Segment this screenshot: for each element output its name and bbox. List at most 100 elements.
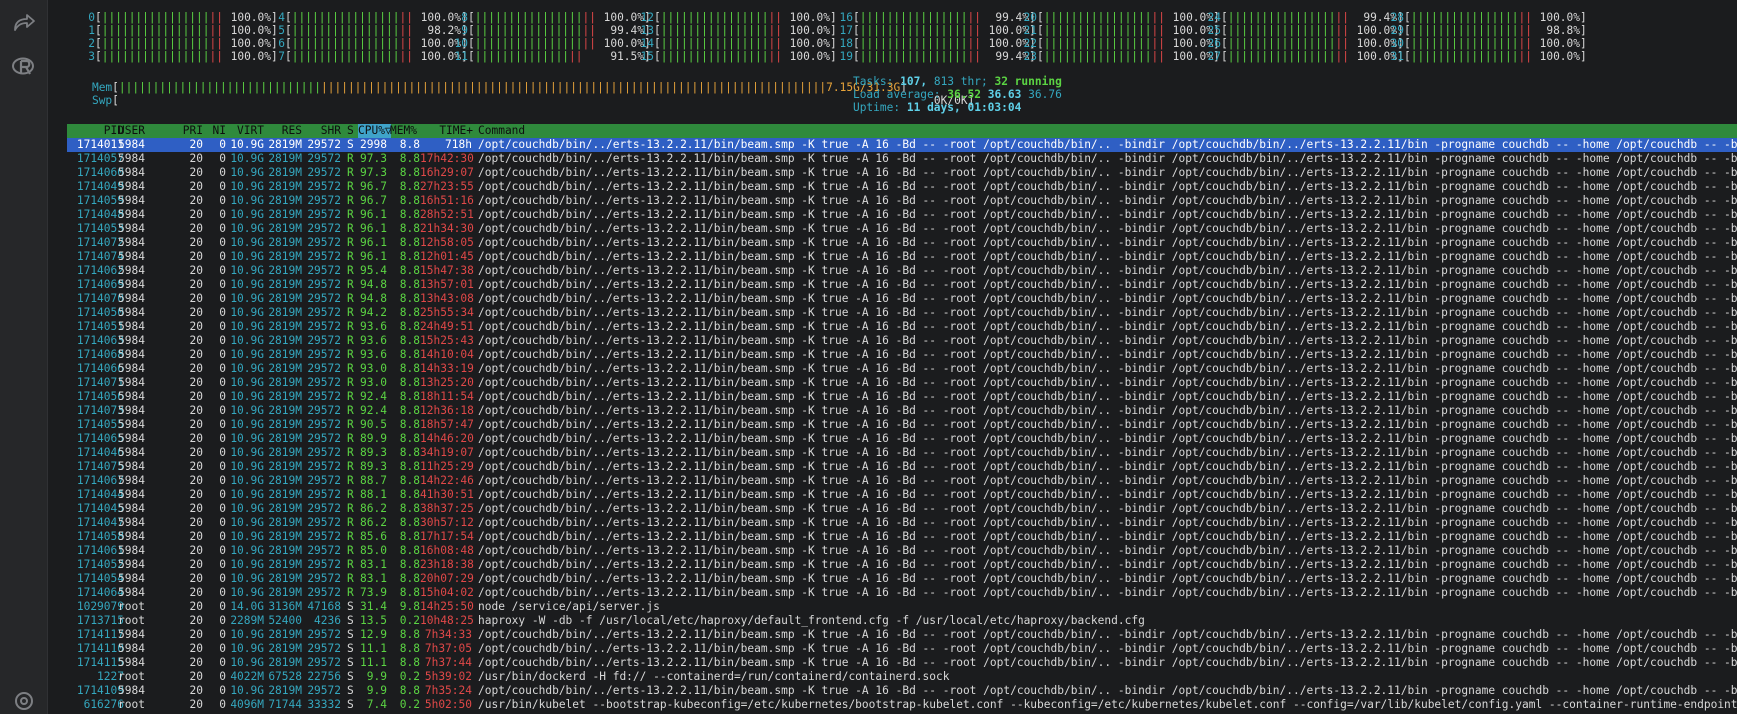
virt-cell: 10.9G bbox=[230, 250, 264, 263]
terminal-htop[interactable]: 0[|||||||||||||||||| 100.0%] 1[|||||||||||… bbox=[48, 0, 1737, 714]
ni-cell: 0 bbox=[219, 432, 226, 445]
mem-cell: 8.8 bbox=[399, 320, 420, 333]
table-row[interactable]: 1714048 5984 20 0 10.9G 2819M 29572 R 96.1 8.8 28h… bbox=[67, 208, 1737, 222]
ni-cell: 0 bbox=[219, 334, 226, 347]
pri-cell: 20 bbox=[189, 614, 203, 627]
col-res[interactable]: RES bbox=[265, 124, 302, 138]
table-row[interactable]: 1714115 5984 20 0 10.9G 2819M 29572 S 11.1 8.8 7h3… bbox=[67, 656, 1737, 670]
table-row[interactable]: 1714063 5984 20 0 10.9G 2819M 29572 R 93.6 8.8 15h… bbox=[67, 334, 1737, 348]
col-ni[interactable]: NI bbox=[206, 124, 226, 138]
table-row[interactable]: 1714052 5984 20 0 10.9G 2819M 29572 R 83.1 8.8 23h… bbox=[67, 558, 1737, 572]
table-row[interactable]: 1714046 5984 20 0 10.9G 2819M 29572 R 89.3 8.8 34h… bbox=[67, 446, 1737, 460]
table-row[interactable]: 1714047 5984 20 0 10.9G 2819M 29572 R 86.2 8.8 30h… bbox=[67, 516, 1737, 530]
table-row[interactable]: 1227 root 20 0 4022M 67528 22756 S 9.9 0.2 5h39:02… bbox=[67, 670, 1737, 684]
table-row[interactable]: 1713715 root 20 0 2289M 52400 4236 S 13.5 0.2 10h4… bbox=[67, 614, 1737, 628]
table-row[interactable]: 1714053 5984 20 0 10.9G 2819M 29572 R 96.1 8.8 21h… bbox=[67, 222, 1737, 236]
shr-cell: 29572 bbox=[307, 390, 341, 403]
col-virt[interactable]: VIRT bbox=[227, 124, 264, 138]
table-row[interactable]: 1714060 5984 20 0 10.9G 2819M 29572 R 97.3 8.8 16h… bbox=[67, 166, 1737, 180]
table-row[interactable]: 1714050 5984 20 0 10.9G 2819M 29572 R 94.2 8.8 25h… bbox=[67, 306, 1737, 320]
col-time[interactable]: TIME+ bbox=[423, 124, 473, 138]
pri-cell: 20 bbox=[189, 166, 203, 179]
shr-cell: 33332 bbox=[307, 698, 341, 711]
table-row[interactable]: 1714059 5984 20 0 10.9G 2819M 29572 R 96.7 8.8 16h… bbox=[67, 194, 1737, 208]
table-row[interactable]: 1714075 5984 20 0 10.9G 2819M 29572 R 89.3 8.8 11h… bbox=[67, 460, 1737, 474]
table-row[interactable]: 1714066 5984 20 0 10.9G 2819M 29572 R 93.0 8.8 14h… bbox=[67, 362, 1737, 376]
ni-cell: 0 bbox=[219, 698, 226, 711]
table-row[interactable]: 1714057 5984 20 0 10.9G 2819M 29572 R 97.3 8.8 17h… bbox=[67, 152, 1737, 166]
cpu-cell: 93.0 bbox=[360, 362, 387, 375]
table-row[interactable]: 1029079 root 20 0 14.0G 3136M 47168 S 31.4 9.8 14h… bbox=[67, 600, 1737, 614]
col-cpu[interactable]: CPU%▽ bbox=[358, 124, 392, 138]
command-cell: /opt/couchdb/bin/../erts-13.2.2.11/bin/b… bbox=[478, 362, 1737, 375]
table-row[interactable]: 1714109 5984 20 0 10.9G 2819M 29572 S 9.9 8.8 7h35… bbox=[67, 684, 1737, 698]
res-cell: 67528 bbox=[268, 670, 302, 683]
pri-cell: 20 bbox=[189, 418, 203, 431]
col-pid[interactable]: PID bbox=[75, 124, 124, 138]
table-row[interactable]: 1714067 5984 20 0 10.9G 2819M 29572 R 88.7 8.8 14h… bbox=[67, 474, 1737, 488]
virt-cell: 10.9G bbox=[230, 418, 264, 431]
table-header[interactable]: PID USER PRI NI VIRT RES SHR S CPU%▽ MEM… bbox=[67, 124, 1737, 138]
table-row[interactable]: 1714110 5984 20 0 10.9G 2819M 29572 S 11.1 8.8 7h3… bbox=[67, 642, 1737, 656]
mem-cell: 8.8 bbox=[399, 180, 420, 193]
table-row[interactable]: 1714045 5984 20 0 10.9G 2819M 29572 R 86.2 8.8 38h… bbox=[67, 502, 1737, 516]
col-shr[interactable]: SHR bbox=[303, 124, 341, 138]
cpu-cell: 7.4 bbox=[366, 698, 387, 711]
mem-cell: 8.8 bbox=[399, 432, 420, 445]
command-cell: /opt/couchdb/bin/../erts-13.2.2.11/bin/b… bbox=[478, 306, 1737, 319]
table-row[interactable]: 1714070 5984 20 0 10.9G 2819M 29572 R 94.8 8.8 13h… bbox=[67, 292, 1737, 306]
col-pri[interactable]: PRI bbox=[179, 124, 203, 138]
user-cell: 5984 bbox=[118, 404, 145, 417]
shr-cell: 29572 bbox=[307, 460, 341, 473]
settings-icon[interactable] bbox=[11, 688, 37, 714]
cpu-index: 31 bbox=[1390, 50, 1404, 63]
cpu-cell: 13.5 bbox=[360, 614, 387, 627]
cpu-index: 13 bbox=[640, 24, 654, 37]
share-arrow-icon[interactable] bbox=[11, 10, 37, 36]
table-row[interactable]: 1714068 5984 20 0 10.9G 2819M 29572 R 93.6 8.8 14h… bbox=[67, 348, 1737, 362]
r-logo-icon[interactable] bbox=[11, 54, 37, 80]
table-row[interactable]: 1714051 5984 20 0 10.9G 2819M 29572 R 93.6 8.8 24h… bbox=[67, 320, 1737, 334]
table-row[interactable]: 1714055 5984 20 0 10.9G 2819M 29572 R 90.5 8.8 18h… bbox=[67, 418, 1737, 432]
res-cell: 2819M bbox=[268, 222, 302, 235]
command-cell: /opt/couchdb/bin/../erts-13.2.2.11/bin/b… bbox=[478, 474, 1737, 487]
pri-cell: 20 bbox=[189, 488, 203, 501]
table-row[interactable]: 1714117 5984 20 0 10.9G 2819M 29572 S 12.9 8.8 7h3… bbox=[67, 628, 1737, 642]
col-command[interactable]: Command bbox=[478, 124, 525, 138]
process-table[interactable]: PID USER PRI NI VIRT RES SHR S CPU%▽ MEM… bbox=[67, 124, 1737, 712]
res-cell: 2819M bbox=[268, 684, 302, 697]
col-state[interactable]: S bbox=[347, 124, 354, 138]
command-cell: /opt/couchdb/bin/../erts-13.2.2.11/bin/b… bbox=[478, 348, 1737, 361]
table-row[interactable]: 1714056 5984 20 0 10.9G 2819M 29572 R 92.4 8.8 18h… bbox=[67, 390, 1737, 404]
table-row[interactable]: 1714064 5984 20 0 10.9G 2819M 29572 R 73.9 8.8 15h… bbox=[67, 586, 1737, 600]
col-user[interactable]: USER bbox=[118, 124, 145, 138]
res-cell: 2819M bbox=[268, 250, 302, 263]
table-row[interactable]: 616276 root 20 0 4096M 71744 33332 S 7.4 0.2 5h02:… bbox=[67, 698, 1737, 712]
table-row[interactable]: 1714058 5984 20 0 10.9G 2819M 29572 R 85.6 8.8 17h… bbox=[67, 530, 1737, 544]
time-cell: 15h25:43 bbox=[420, 334, 474, 347]
table-row[interactable]: 1714074 5984 20 0 10.9G 2819M 29572 R 96.1 8.8 12h… bbox=[67, 250, 1737, 264]
table-row[interactable]: 1714011 5984 20 0 10.9G 2819M 29572 S 2998 8.8 718… bbox=[67, 138, 1737, 152]
pid-cell: 1714011 bbox=[76, 138, 124, 151]
table-row[interactable]: 1714044 5984 20 0 10.9G 2819M 29572 R 88.1 8.8 41h… bbox=[67, 488, 1737, 502]
table-row[interactable]: 1714054 5984 20 0 10.9G 2819M 29572 R 83.1 8.8 20h… bbox=[67, 572, 1737, 586]
table-row[interactable]: 1714065 5984 20 0 10.9G 2819M 29572 R 89.9 8.8 14h… bbox=[67, 432, 1737, 446]
mem-cell: 8.8 bbox=[399, 278, 420, 291]
user-cell: 5984 bbox=[118, 222, 145, 235]
table-row[interactable]: 1714069 5984 20 0 10.9G 2819M 29572 R 94.8 8.8 13h… bbox=[67, 278, 1737, 292]
user-cell: 5984 bbox=[118, 348, 145, 361]
time-cell: 5h39:02 bbox=[424, 670, 472, 683]
table-row[interactable]: 1714062 5984 20 0 10.9G 2819M 29572 R 95.4 8.8 15h… bbox=[67, 264, 1737, 278]
col-mem[interactable]: MEM% bbox=[390, 124, 417, 138]
table-row[interactable]: 1714073 5984 20 0 10.9G 2819M 29572 R 92.4 8.8 12h… bbox=[67, 404, 1737, 418]
table-row[interactable]: 1714071 5984 20 0 10.9G 2819M 29572 R 93.0 8.8 13h… bbox=[67, 376, 1737, 390]
virt-cell: 10.9G bbox=[230, 292, 264, 305]
table-row[interactable]: 1714049 5984 20 0 10.9G 2819M 29572 R 96.7 8.8 27h… bbox=[67, 180, 1737, 194]
table-row[interactable]: 1714061 5984 20 0 10.9G 2819M 29572 R 85.0 8.8 16h… bbox=[67, 544, 1737, 558]
cpu-cell: 96.7 bbox=[360, 194, 387, 207]
pid-cell: 1714115 bbox=[76, 656, 124, 669]
pid-cell: 1714050 bbox=[76, 306, 124, 319]
table-row[interactable]: 1714072 5984 20 0 10.9G 2819M 29572 R 96.1 8.8 12h… bbox=[67, 236, 1737, 250]
pid-cell: 1714059 bbox=[76, 194, 124, 207]
pid-cell: 1714046 bbox=[76, 446, 124, 459]
